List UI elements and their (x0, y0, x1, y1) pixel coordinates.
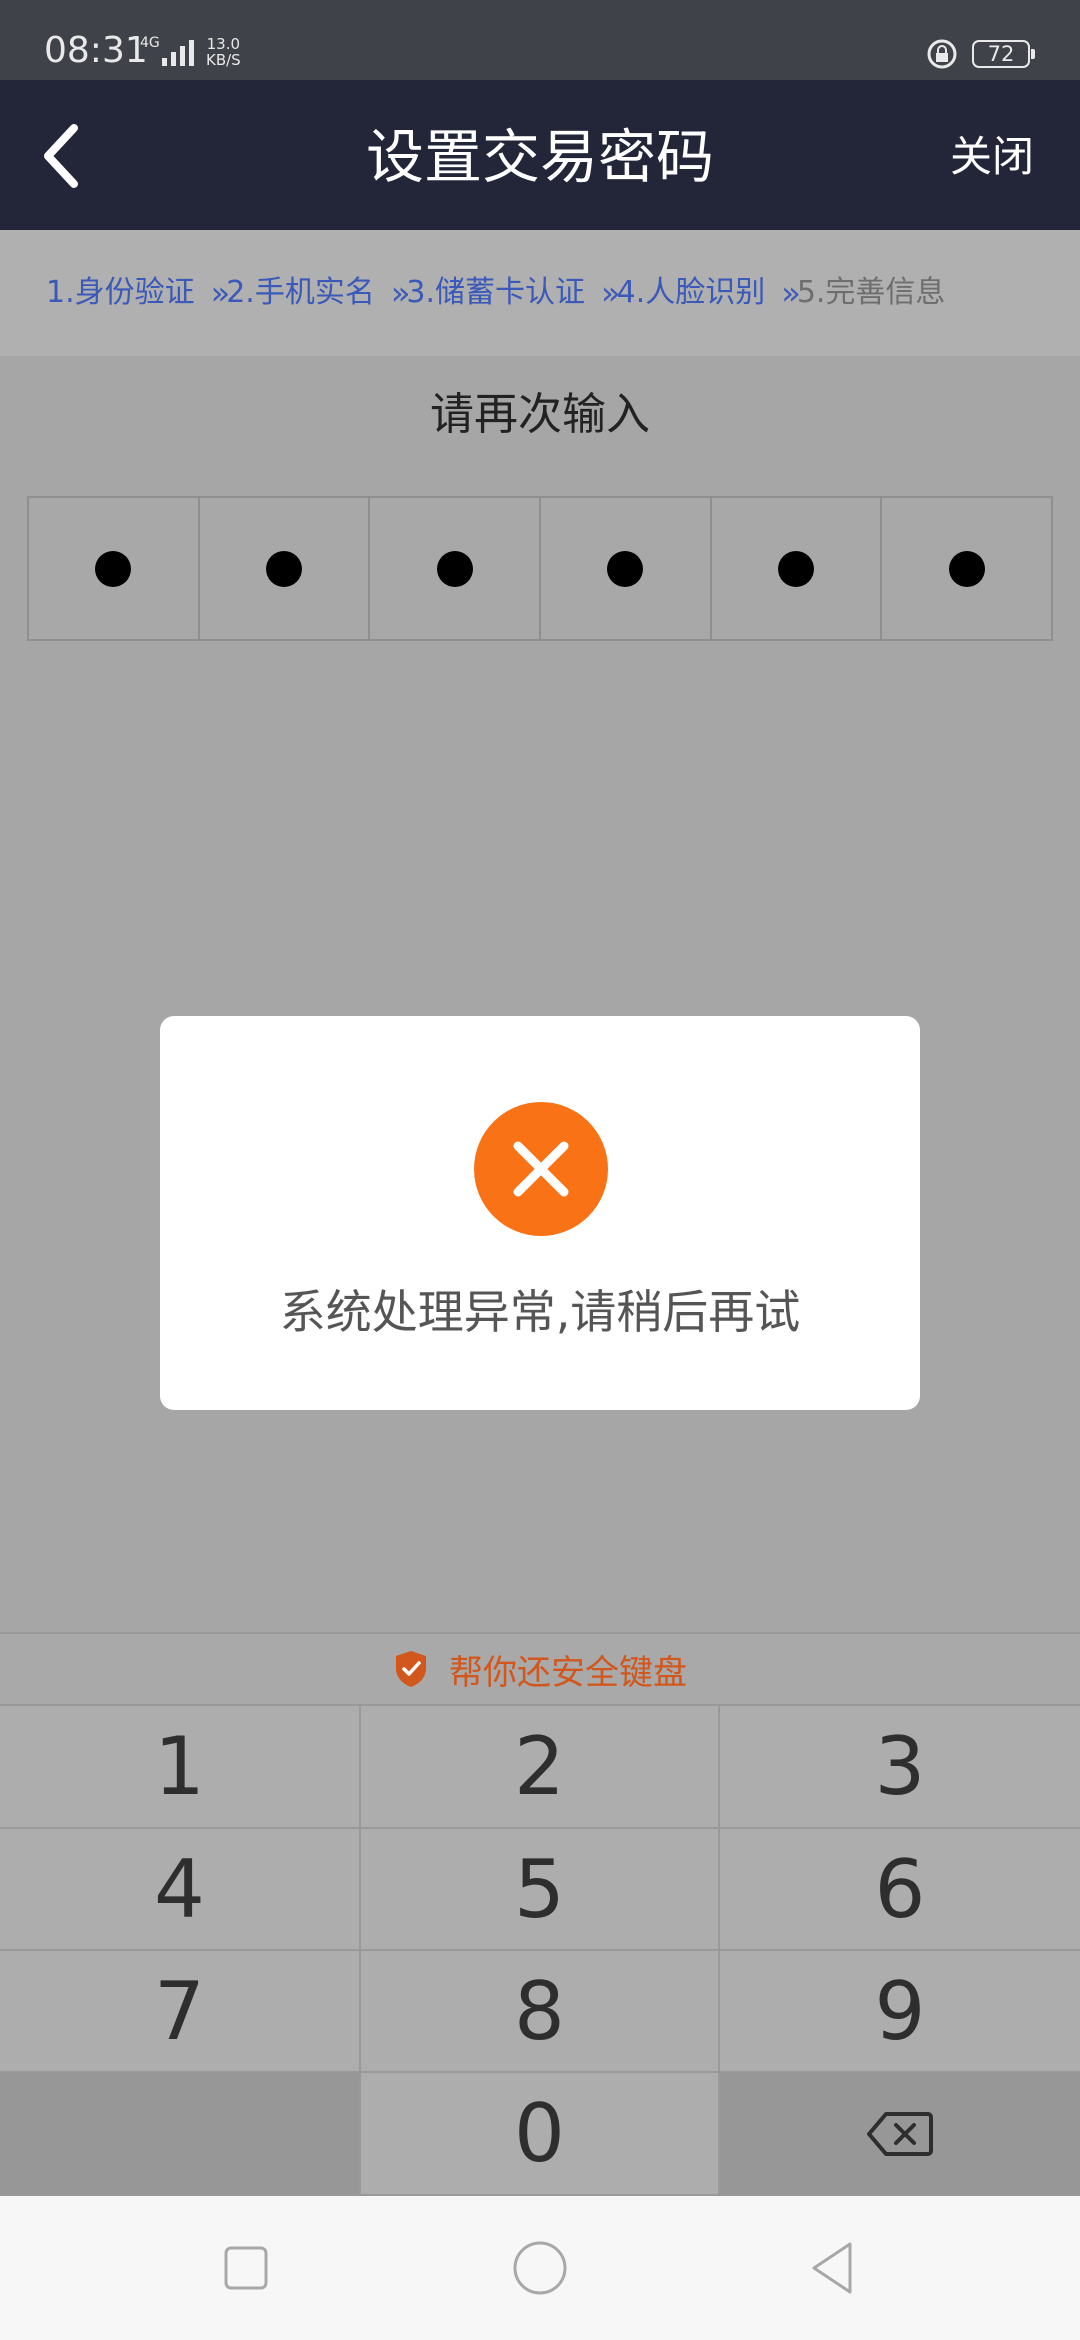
pin-input[interactable] (27, 496, 1053, 641)
speed-value: 13.0 (206, 35, 241, 53)
backspace-key[interactable] (720, 2073, 1080, 2196)
pin-dot (95, 550, 132, 587)
digit-key[interactable]: 9 (720, 1951, 1080, 2073)
pin-box (200, 498, 371, 639)
pin-dot (266, 550, 302, 587)
pin-box (712, 498, 883, 639)
step-item: 1.身份验证 (46, 275, 195, 310)
step-item: 4.人脸识别 (616, 275, 766, 310)
rotation-lock-icon (927, 39, 957, 69)
pin-box (370, 498, 542, 639)
pin-box (29, 498, 200, 639)
step-separator-icon: » (601, 274, 620, 312)
digit-key[interactable]: 1 (0, 1706, 361, 1829)
blank-key (0, 2073, 361, 2196)
step-item: 3.储蓄卡认证 (406, 275, 586, 310)
numeric-keypad: 123 456 7890 (0, 1706, 1080, 2196)
signal-icon (162, 40, 194, 66)
digit-key[interactable]: 3 (720, 1706, 1080, 1829)
step-separator-icon: » (210, 274, 230, 312)
header: 设置交易密码 关闭 (0, 80, 1080, 230)
status-bar: 08:31 4G 13.0 KB/S 72 (0, 0, 1080, 80)
system-nav-bar (0, 2196, 1080, 2340)
digit-key[interactable]: 7 (0, 1951, 361, 2073)
page-title: 设置交易密码 (365, 123, 714, 191)
steps-row: 1.身份验证» 2.手机实名» 3.储蓄卡认证» 4.人脸识别» 5.完善信息 (46, 270, 945, 316)
pin-box (882, 498, 1051, 639)
keyboard-header: 帮你还安全键盘 (0, 1632, 1080, 1706)
pin-dot (948, 550, 985, 587)
pin-dot (778, 550, 815, 587)
step-separator-icon: » (781, 274, 800, 312)
recent-apps-icon[interactable] (218, 2240, 274, 2296)
digit-key[interactable]: 0 (361, 2073, 720, 2196)
step-separator-icon: » (390, 274, 410, 312)
status-time: 08:31 (44, 30, 148, 71)
keyboard-title: 帮你还安全键盘 (449, 1652, 687, 1693)
backspace-icon (867, 2111, 933, 2156)
pin-dot (436, 550, 473, 587)
input-prompt: 请再次输入 (430, 389, 650, 440)
step-item: 2.手机实名 (226, 275, 375, 310)
error-message: 系统处理异常,请稍后再试 (279, 1285, 801, 1339)
step-item: 5.完善信息 (796, 275, 946, 310)
home-icon[interactable] (512, 2240, 568, 2296)
shield-check-icon (396, 1651, 426, 1687)
network-speed: 13.0 KB/S (206, 36, 241, 68)
digit-key[interactable]: 2 (361, 1706, 720, 1829)
digit-key[interactable]: 5 (361, 1829, 720, 1951)
speed-unit: KB/S (206, 51, 241, 69)
digit-key[interactable]: 6 (720, 1829, 1080, 1951)
close-button[interactable]: 关闭 (950, 128, 1034, 186)
error-x-icon (474, 1102, 608, 1236)
digit-key[interactable]: 8 (361, 1951, 720, 2073)
network-type: 4G (140, 35, 160, 51)
pin-dot (607, 550, 644, 587)
digit-key[interactable]: 4 (0, 1829, 361, 1951)
progress-steps: 1.身份验证» 2.手机实名» 3.储蓄卡认证» 4.人脸识别» 5.完善信息 (0, 230, 1080, 356)
pin-box (541, 498, 712, 639)
battery-indicator: 72 (972, 40, 1035, 68)
back-icon[interactable] (806, 2240, 862, 2296)
error-dialog: 系统处理异常,请稍后再试 (160, 1016, 920, 1410)
